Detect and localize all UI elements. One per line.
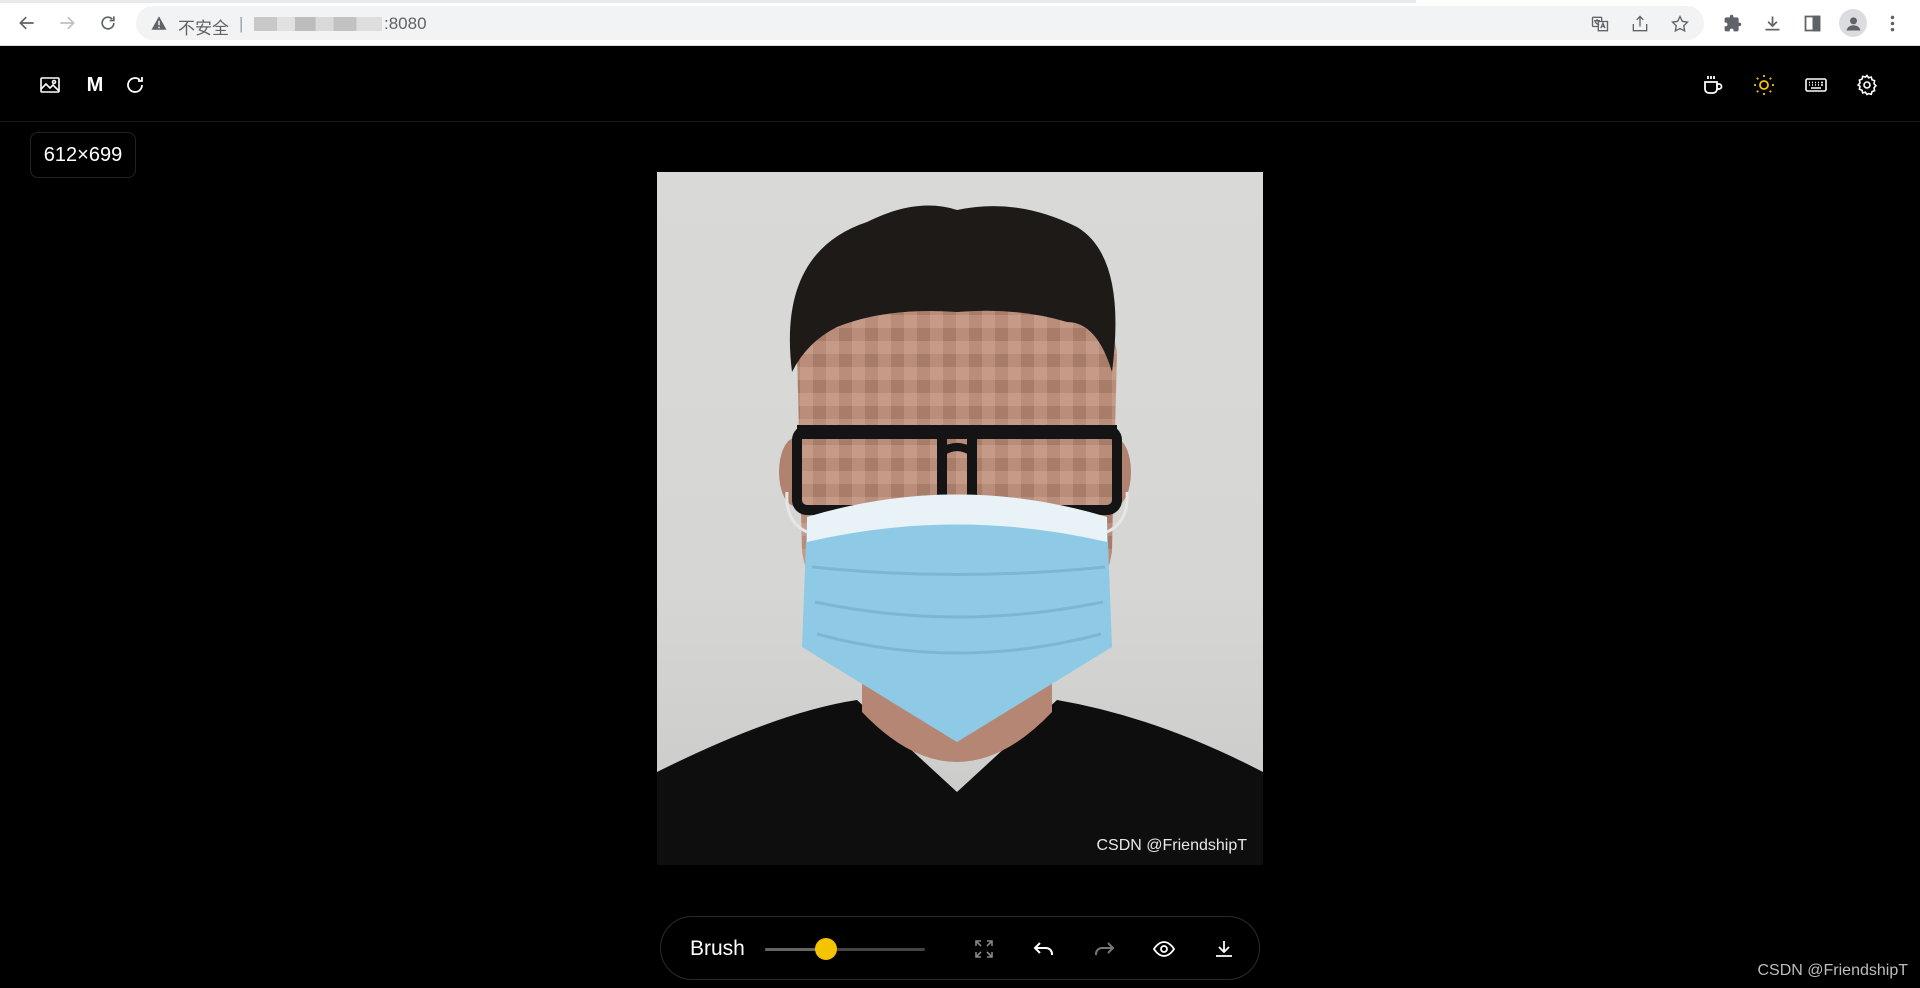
extensions-button[interactable] [1718, 9, 1746, 37]
undo-button[interactable] [1028, 933, 1060, 965]
download-icon [1765, 16, 1779, 30]
star-icon[interactable] [1670, 14, 1690, 34]
brush-label: Brush [690, 937, 745, 960]
coffee-icon [1704, 76, 1723, 94]
share-icon[interactable] [1630, 14, 1650, 34]
brush-size-slider[interactable] [765, 938, 925, 960]
address-bar[interactable]: 不安全 | :8080 [136, 6, 1704, 40]
profile-button[interactable] [1839, 9, 1867, 37]
sun-icon [1754, 75, 1774, 95]
mask-mode-button[interactable]: M [77, 67, 113, 103]
browser-chrome: 不安全 | :8080 [0, 0, 1920, 46]
refresh-button[interactable] [117, 67, 153, 103]
loading-bar [0, 0, 1416, 3]
undo-icon [1033, 942, 1053, 955]
image-icon [40, 77, 60, 93]
reload-button[interactable] [94, 9, 122, 37]
more-vertical-icon [1890, 15, 1894, 31]
shortcuts-button[interactable] [1798, 67, 1834, 103]
url-port: :8080 [384, 14, 427, 33]
download-icon [1216, 941, 1232, 957]
refresh-icon [127, 77, 143, 93]
redo-icon [1095, 942, 1115, 955]
side-panel-icon [1804, 15, 1820, 31]
page-watermark: CSDN @FriendshipT [1757, 962, 1909, 979]
slider-thumb[interactable] [814, 938, 837, 960]
open-image-button[interactable] [32, 67, 68, 103]
theme-toggle-button[interactable] [1746, 67, 1782, 103]
eye-icon [1152, 941, 1176, 957]
coffee-button[interactable] [1695, 67, 1731, 103]
redacted-host [254, 17, 382, 31]
side-panel-button[interactable] [1798, 9, 1826, 37]
settings-icon [1856, 74, 1877, 96]
portrait-photo [657, 205, 1263, 865]
editor-toolbar: Brush [660, 916, 1260, 980]
downloads-button[interactable] [1758, 9, 1786, 37]
translate-icon[interactable] [1590, 14, 1610, 34]
fullscreen-button[interactable] [968, 933, 1000, 965]
image-size-badge: 612×699 [30, 132, 136, 178]
editor-image[interactable]: CSDN @FriendshipT [657, 172, 1263, 865]
arrow-right-icon [60, 16, 75, 30]
arrow-left-icon [19, 16, 34, 30]
browser-menu-button[interactable] [1878, 9, 1906, 37]
keyboard-icon [1805, 78, 1827, 92]
settings-button[interactable] [1849, 67, 1885, 103]
warning-icon [151, 16, 167, 30]
back-button[interactable] [13, 9, 41, 37]
avatar-icon [1846, 16, 1860, 30]
redo-button[interactable] [1088, 933, 1120, 965]
forward-button[interactable] [53, 9, 81, 37]
app-header: M [0, 47, 1920, 122]
fullscreen-icon [975, 940, 993, 958]
preview-button[interactable] [1148, 933, 1180, 965]
puzzle-icon [1724, 14, 1741, 31]
image-watermark: CSDN @FriendshipT [1096, 837, 1248, 854]
reload-icon [101, 16, 115, 30]
url-separator: | [239, 14, 244, 33]
security-label: 不安全 [178, 19, 229, 38]
download-button[interactable] [1208, 933, 1240, 965]
